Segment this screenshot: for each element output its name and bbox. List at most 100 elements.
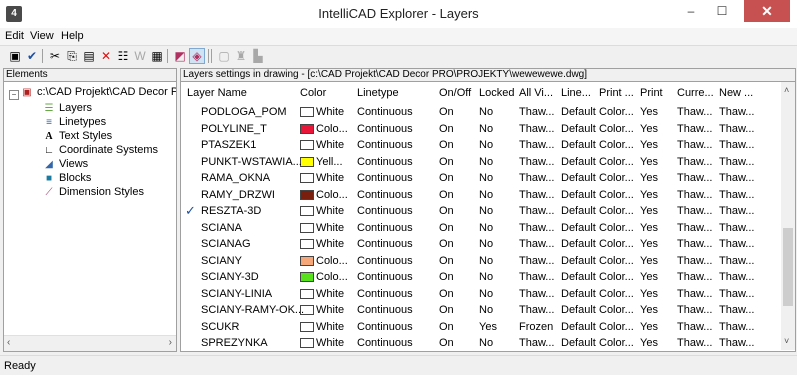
- table-row[interactable]: SCIANA White Continuous On No Thaw... Default C…: [181, 220, 781, 236]
- color-swatch[interactable]: [300, 173, 314, 183]
- cell-current-viewport: Thaw...: [677, 304, 713, 316]
- details-view-icon[interactable]: ▦: [149, 48, 165, 64]
- cell-locked: No: [479, 238, 494, 250]
- maximize-button[interactable]: ☐: [707, 0, 737, 22]
- column-locked[interactable]: Locked: [479, 87, 514, 99]
- tree-item-layers[interactable]: ☰ Layers: [42, 102, 93, 114]
- column-lineweight[interactable]: Line...: [561, 87, 591, 99]
- column-print-style[interactable]: Print ...: [599, 87, 634, 99]
- color-swatch[interactable]: [300, 288, 314, 299]
- color-swatch[interactable]: [300, 189, 314, 200]
- scroll-left-icon[interactable]: ‹: [7, 337, 10, 348]
- tree-item-text-styles[interactable]: A Text Styles: [42, 130, 112, 142]
- column-current-viewport[interactable]: Curre...: [677, 87, 714, 99]
- table-row[interactable]: SPREZYNKA White Continuous On No Thaw... Defau…: [181, 335, 781, 351]
- cell-layer-name[interactable]: SCUKR: [201, 321, 240, 333]
- filter-icon[interactable]: ◩: [172, 48, 188, 64]
- column-on-off[interactable]: On/Off: [439, 87, 471, 99]
- w-icon[interactable]: W: [132, 48, 148, 64]
- layers-table[interactable]: Layer Name Color Linetype On/Off Locked …: [180, 82, 796, 352]
- cell-layer-name[interactable]: SPREZYNKA: [201, 337, 268, 349]
- cell-print: Yes: [640, 106, 658, 118]
- cell-layer-name[interactable]: SCIANA: [201, 222, 242, 234]
- cell-layer-name[interactable]: SCIANY-3D: [201, 271, 259, 283]
- cell-layer-name[interactable]: PODLOGA_POM: [201, 106, 287, 118]
- scroll-up-icon[interactable]: ˄: [784, 85, 789, 95]
- minimize-button[interactable]: –: [676, 0, 706, 22]
- column-linetype[interactable]: Linetype: [357, 87, 399, 99]
- table-row[interactable]: SUFITWhiteContinuousOnNoThaw...DefaultCo…: [181, 352, 781, 353]
- vertical-scrollbar[interactable]: ˄ ˅: [781, 82, 795, 350]
- new-item-icon[interactable]: ▣: [7, 48, 23, 64]
- color-swatch[interactable]: [300, 222, 314, 233]
- color-swatch[interactable]: [300, 156, 314, 167]
- tree-item-views[interactable]: ◢ Views: [42, 158, 88, 170]
- cell-new-viewport: Thaw...: [719, 139, 755, 151]
- tree-item-linetypes[interactable]: ≡ Linetypes: [42, 116, 106, 128]
- cut-icon[interactable]: ✂: [47, 48, 63, 64]
- paste-icon[interactable]: ▤: [81, 48, 97, 64]
- disabled-icon-3[interactable]: ▙: [250, 48, 266, 64]
- table-row[interactable]: SCIANAG White Continuous On No Thaw... Default…: [181, 236, 781, 252]
- cell-layer-name[interactable]: SCIANY: [201, 255, 242, 267]
- tree-item-drawing[interactable]: ▣ c:\CAD Projekt\CAD Decor PR: [20, 86, 176, 98]
- scroll-thumb[interactable]: [783, 228, 793, 306]
- table-row[interactable]: SCIANY Colo... Continuous On No Thaw... Defaul…: [181, 253, 781, 269]
- cell-layer-name[interactable]: PUNKT-WSTAWIA...: [201, 156, 302, 168]
- table-row[interactable]: SCUKR White Continuous On Yes Frozen Default Co…: [181, 319, 781, 335]
- color-swatch[interactable]: [300, 140, 314, 150]
- disabled-icon-1[interactable]: ▢: [216, 48, 232, 64]
- scroll-down-icon[interactable]: ˅: [784, 336, 789, 346]
- cell-layer-name[interactable]: SCIANAG: [201, 238, 251, 250]
- elements-tree[interactable]: − ▣ c:\CAD Projekt\CAD Decor PR ☰ Layers ≡…: [3, 82, 177, 352]
- cell-layer-name[interactable]: RAMA_OKNA: [201, 172, 270, 184]
- delete-icon[interactable]: ✕: [98, 48, 114, 64]
- cell-layer-name[interactable]: PTASZEK1: [201, 139, 256, 151]
- cell-layer-name[interactable]: POLYLINE_T: [201, 123, 267, 135]
- tree-item-blocks[interactable]: ■ Blocks: [42, 172, 91, 184]
- column-all-viewports[interactable]: All Vi...: [519, 87, 553, 99]
- table-row[interactable]: PTASZEK1 White Continuous On No Thaw... Defaul…: [181, 137, 781, 153]
- table-row[interactable]: SCIANY-LINIA White Continuous On No Thaw... De…: [181, 286, 781, 302]
- table-row[interactable]: RAMA_OKNA White Continuous On No Thaw... Defau…: [181, 170, 781, 186]
- color-swatch[interactable]: [300, 239, 314, 249]
- cell-lineweight: Default: [561, 337, 596, 349]
- copy-icon[interactable]: ⎘: [64, 48, 80, 64]
- tree-item-dimension-styles[interactable]: ⟋ Dimension Styles: [42, 186, 144, 198]
- menu-view[interactable]: View: [30, 30, 54, 42]
- set-current-icon[interactable]: ✔: [24, 48, 40, 64]
- color-swatch[interactable]: [300, 321, 314, 332]
- color-swatch[interactable]: [300, 107, 314, 117]
- cell-layer-name[interactable]: RAMY_DRZWI: [201, 189, 275, 201]
- color-swatch[interactable]: [300, 255, 314, 266]
- collapse-icon[interactable]: −: [9, 90, 19, 100]
- close-button[interactable]: ✕: [744, 0, 790, 22]
- table-row[interactable]: SCIANY-RAMY-OK... White Continuous On No Thaw…: [181, 302, 781, 318]
- cell-layer-name[interactable]: SCIANY-RAMY-OK...: [201, 304, 304, 316]
- properties-icon[interactable]: ☷: [115, 48, 131, 64]
- table-row[interactable]: SCIANY-3D Colo... Continuous On No Thaw... Def…: [181, 269, 781, 285]
- cell-layer-name[interactable]: RESZTA-3D: [201, 205, 261, 217]
- show-all-icon[interactable]: ◈: [189, 48, 205, 64]
- tree-item-coordinate-systems[interactable]: ∟ Coordinate Systems: [42, 144, 158, 156]
- color-swatch[interactable]: [300, 206, 314, 216]
- cell-all-viewports: Thaw...: [519, 122, 555, 135]
- color-swatch[interactable]: [300, 338, 314, 348]
- column-layer-name[interactable]: Layer Name: [187, 87, 247, 99]
- table-row[interactable]: RAMY_DRZWI Colo... Continuous On No Thaw... De…: [181, 187, 781, 203]
- table-row[interactable]: ✓ RESZTA-3D White Continuous On No Thaw... Defa…: [181, 203, 781, 219]
- menu-edit[interactable]: Edit: [5, 30, 24, 42]
- menu-help[interactable]: Help: [61, 30, 84, 42]
- horizontal-scrollbar[interactable]: ‹ ›: [4, 335, 176, 351]
- color-swatch[interactable]: [300, 272, 314, 282]
- column-color[interactable]: Color: [300, 87, 326, 99]
- disabled-icon-2[interactable]: ♜: [233, 48, 249, 64]
- scroll-right-icon[interactable]: ›: [169, 337, 172, 348]
- table-row[interactable]: POLYLINE_T Colo... Continuous On No Thaw... De…: [181, 121, 781, 137]
- table-row[interactable]: PODLOGA_POM White Continuous On No Thaw... Def…: [181, 104, 781, 120]
- cell-layer-name[interactable]: SCIANY-LINIA: [201, 288, 272, 300]
- color-swatch[interactable]: [300, 123, 314, 134]
- column-new-viewport[interactable]: New ...: [719, 87, 753, 99]
- table-row[interactable]: PUNKT-WSTAWIA... Yell... Continuous On No Tha…: [181, 154, 781, 170]
- column-print[interactable]: Print: [640, 87, 663, 99]
